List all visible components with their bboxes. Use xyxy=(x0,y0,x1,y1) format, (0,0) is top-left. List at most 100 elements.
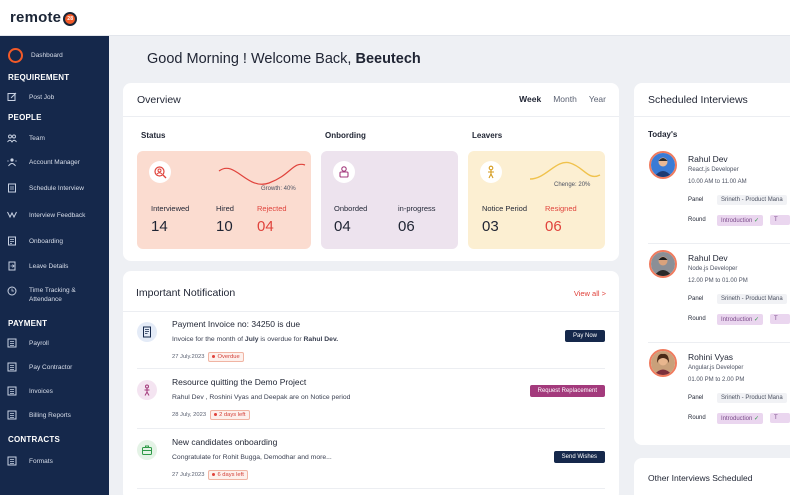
sidebar-item-label: Time Tracking & Attendance xyxy=(29,287,76,303)
round-value: Introduction xyxy=(721,317,753,323)
greeting: Good Morning ! Welcome Back, Beeutech xyxy=(147,51,421,67)
badge-label: 6 days left xyxy=(217,472,244,478)
brand-name: remote xyxy=(10,9,62,26)
formats-icon xyxy=(7,456,17,466)
sidebar-item-account-manager[interactable]: Account Manager xyxy=(7,157,80,167)
divider xyxy=(634,116,790,117)
tab-month[interactable]: Month xyxy=(553,94,577,104)
sidebar-item-dashboard[interactable]: Dashboard xyxy=(8,48,63,63)
overview-card: Overview Week Month Year Status Onbordin… xyxy=(123,83,619,261)
onboarding-tile: Onborded in-progress 04 06 xyxy=(321,151,458,249)
round-value: Introduction xyxy=(721,416,753,422)
round-label: Round xyxy=(688,316,706,322)
candidate-name: Rahul Dev xyxy=(688,154,728,164)
sidebar-item-payroll[interactable]: Payroll xyxy=(7,338,49,348)
notifications-card: Important Notification View all > Paymen… xyxy=(123,271,619,495)
send-wishes-button[interactable]: Send Wishes xyxy=(553,451,605,463)
sidebar-item-label: Interview Feedback xyxy=(29,211,86,219)
notification-title: Payment Invoice no: 34250 is due xyxy=(172,319,301,329)
other-interviews-card: Other Interviews Scheduled xyxy=(634,458,790,495)
sidebar-item-label: Account Manager xyxy=(29,158,80,166)
divider xyxy=(123,311,619,312)
sidebar-item-interview-feedback[interactable]: Interview Feedback xyxy=(7,210,85,220)
leaver-person-icon xyxy=(480,161,502,183)
tab-week[interactable]: Week xyxy=(519,94,541,104)
sidebar-item-label: Billing Reports xyxy=(29,411,71,419)
notification-date: 27 July.2023 xyxy=(172,354,205,360)
divider xyxy=(648,243,790,244)
round-chip: Introduction ✓ xyxy=(717,215,764,226)
avatar xyxy=(649,349,677,377)
status-dot-icon xyxy=(212,354,216,358)
interviewed-label: Interviewed xyxy=(151,204,190,213)
greeting-user-name: Beeutech xyxy=(355,51,421,67)
interview-item[interactable]: Rahul Dev Node.js Developer 12.00 PM to … xyxy=(648,250,790,340)
status-dot-icon xyxy=(214,412,218,416)
round-chip-next: T xyxy=(770,413,790,423)
round-chip: Introduction ✓ xyxy=(717,413,764,424)
tab-year[interactable]: Year xyxy=(589,94,606,104)
notification-title: Resource quitting the Demo Project xyxy=(172,377,307,387)
in-progress-count: 06 xyxy=(398,218,415,235)
sidebar-item-pay-contractor[interactable]: Pay Contractor xyxy=(7,362,72,372)
sidebar-item-label: Pay Contractor xyxy=(29,363,73,371)
check-icon: ✓ xyxy=(754,416,760,422)
overview-title: Overview xyxy=(137,94,181,106)
request-replacement-button[interactable]: Request Replacement xyxy=(529,385,605,397)
interview-item[interactable]: Rohini Vyas Angular.js Developer 01.00 P… xyxy=(648,349,790,439)
payroll-icon xyxy=(7,338,17,348)
rejected-count: 04 xyxy=(257,218,274,235)
scheduled-interviews-title: Scheduled Interviews xyxy=(648,94,748,106)
notification-date-row: 27 July.2023 6 days left xyxy=(172,470,248,480)
desc-text: is overdue for xyxy=(258,336,304,343)
leavers-tile: Chenge: 20% Notice Period Resigned 03 06 xyxy=(468,151,605,249)
sidebar-section-payment: PAYMENT xyxy=(8,319,48,328)
sidebar-item-invoices[interactable]: Invoices xyxy=(7,386,53,396)
sidebar-item-leave-details[interactable]: Leave Details xyxy=(7,261,68,271)
sidebar-section-contracts: CONTRACTS xyxy=(8,435,61,444)
sidebar-item-label: Post Job xyxy=(29,93,55,101)
divider xyxy=(648,342,790,343)
view-all-link[interactable]: View all > xyxy=(574,289,606,298)
sidebar-item-schedule-interview[interactable]: Schedule Interview xyxy=(7,183,84,193)
panel-value: Srineth - Product Mana xyxy=(717,195,787,205)
pay-now-button[interactable]: Pay Now xyxy=(564,330,605,342)
notification-description: Congratulate for Rohit Bugga, Demodhar a… xyxy=(172,454,332,461)
greeting-text: Good Morning ! Welcome Back, xyxy=(147,51,352,67)
sidebar-item-team[interactable]: Team xyxy=(7,133,45,143)
sidebar-item-formats[interactable]: Formats xyxy=(7,456,53,466)
check-icon: ✓ xyxy=(754,317,760,323)
onboarding-person-icon xyxy=(333,161,355,183)
interview-item[interactable]: Rahul Dev React.js Developer 10.00 AM to… xyxy=(648,151,790,241)
team-icon xyxy=(7,133,17,143)
sidebar-item-time-tracking[interactable]: Time Tracking & Attendance xyxy=(7,286,89,304)
person-quit-icon xyxy=(137,380,157,400)
candidate-role: Angular.js Developer xyxy=(688,365,744,371)
sidebar-item-label: Invoices xyxy=(29,387,53,395)
change-percent: Chenge: 20% xyxy=(554,182,591,188)
panel-label: Panel xyxy=(688,197,704,203)
interview-time: 01.00 PM to 2.00 PM xyxy=(688,377,745,383)
growth-percent: Growth: 40% xyxy=(261,186,296,192)
resigned-label: Resigned xyxy=(545,204,577,213)
rejected-label: Rejected xyxy=(257,204,287,213)
sidebar-item-onboarding[interactable]: Onboarding xyxy=(7,236,63,246)
calendar-icon xyxy=(7,183,17,193)
round-chip-next: T xyxy=(770,215,790,225)
sidebar-section-people: PEOPLE xyxy=(8,113,42,122)
sidebar-item-post-job[interactable]: Post Job xyxy=(7,92,54,102)
sidebar-item-billing-reports[interactable]: Billing Reports xyxy=(7,410,71,420)
dashboard-icon xyxy=(8,48,23,63)
avatar xyxy=(649,250,677,278)
status-badge: Overdue xyxy=(208,352,244,362)
report-icon xyxy=(7,410,17,420)
check-icon: ✓ xyxy=(754,218,760,224)
brand-badge: 28 xyxy=(63,11,78,26)
top-bar: remote 28 xyxy=(0,0,790,36)
briefcase-icon xyxy=(137,440,157,460)
onborded-label: Onborded xyxy=(334,204,368,213)
brand-logo[interactable]: remote 28 xyxy=(10,9,78,26)
account-manager-icon xyxy=(7,157,17,167)
sidebar: Dashboard REQUIREMENT Post Job PEOPLE Te… xyxy=(0,36,109,495)
leavers-label: Leavers xyxy=(472,131,503,140)
